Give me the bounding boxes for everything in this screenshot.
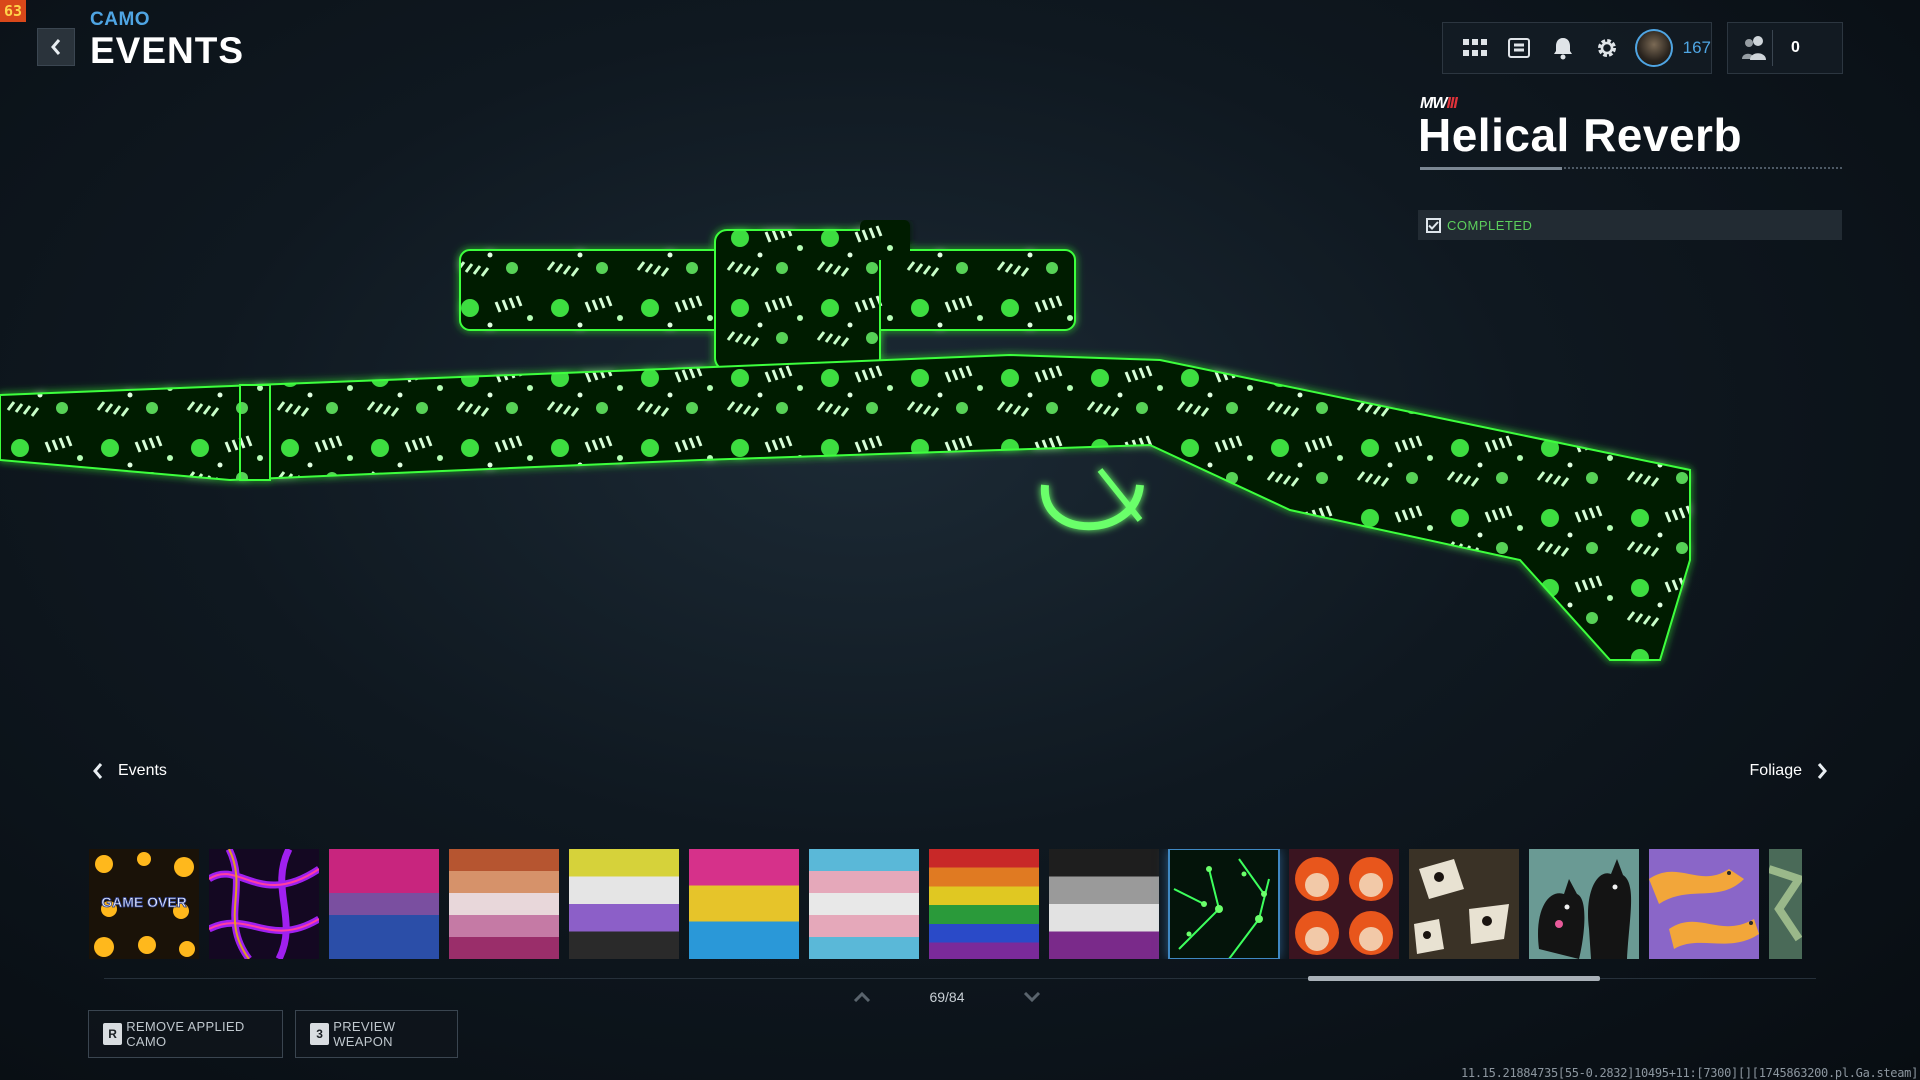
camo-grid: GAME OVER [89,849,1802,959]
camo-tile-purple-veins[interactable] [209,849,319,959]
category-next-label: Foliage [1749,762,1802,779]
game-over-text: GAME OVER [101,894,187,910]
camo-tile-pan-flag[interactable] [689,849,799,959]
chevron-up-icon [853,992,871,1002]
grid-scrollbar[interactable] [1308,976,1600,981]
camo-tile-ace-flag[interactable] [1049,849,1159,959]
preview-weapon-label: PREVIEW WEAPON [333,1019,396,1049]
category-next-button[interactable]: Foliage [1750,762,1828,780]
camo-tile-orange-cats[interactable] [1649,849,1759,959]
page-title: EVENTS [90,30,245,71]
build-string: 11.15.21884735[55-0.2832]10495+11:[7300]… [1460,1066,1918,1080]
breadcrumb: CAMO [90,9,151,30]
camo-tile-rainbow-flag[interactable] [929,849,1039,959]
back-button[interactable] [37,28,75,66]
camo-tile-black-cats[interactable] [1529,849,1639,959]
divider [1772,30,1773,66]
page-down-button[interactable] [1022,987,1042,1007]
grid-pager: 69/84 [852,986,1042,1008]
remove-camo-label: REMOVE APPLIED CAMO [126,1019,245,1049]
chevron-left-icon [51,39,61,55]
camo-tile-cow-dogs[interactable] [1409,849,1519,959]
bell-icon[interactable] [1541,26,1585,70]
gear-icon[interactable] [1585,26,1629,70]
weapon-preview [0,220,1691,661]
camo-tile-orange-hair-anime[interactable] [1289,849,1399,959]
codex-icon[interactable] [1497,26,1541,70]
chevron-right-icon [1817,763,1827,779]
chevron-left-icon [93,763,103,779]
title-underline [1420,167,1842,171]
camo-tile-trans-flag[interactable] [809,849,919,959]
keybind-badge: 3 [310,1023,330,1045]
party-button[interactable]: 0 [1727,22,1843,74]
grid-menu-icon[interactable] [1453,26,1497,70]
keybind-badge: R [103,1023,123,1045]
remove-camo-button[interactable]: R REMOVE APPLIED CAMO [88,1010,283,1058]
camo-tile-partial-green[interactable] [1769,849,1802,959]
category-prev-button[interactable]: Events [92,762,167,780]
category-prev-label: Events [118,762,167,779]
fps-counter: 63 [0,0,26,22]
camo-tile-bi-flag[interactable] [329,849,439,959]
chevron-down-icon [1023,992,1041,1002]
pager-label: 69/84 [929,989,965,1005]
camo-name: Helical Reverb [1418,109,1743,161]
player-level: 167 [1682,38,1711,57]
party-icon [1742,36,1766,60]
top-toolbar: 167 [1442,22,1712,74]
camo-tile-helical-reverb[interactable] [1168,849,1280,959]
page-up-button[interactable] [852,987,872,1007]
camo-tile-game-over[interactable]: GAME OVER [89,849,199,959]
camo-tile-lesbian-flag[interactable] [449,849,559,959]
player-avatar[interactable] [1634,29,1673,67]
party-count: 0 [1791,39,1800,56]
camo-tile-nonbinary-flag[interactable] [569,849,679,959]
preview-weapon-button[interactable]: 3 PREVIEW WEAPON [295,1010,458,1058]
